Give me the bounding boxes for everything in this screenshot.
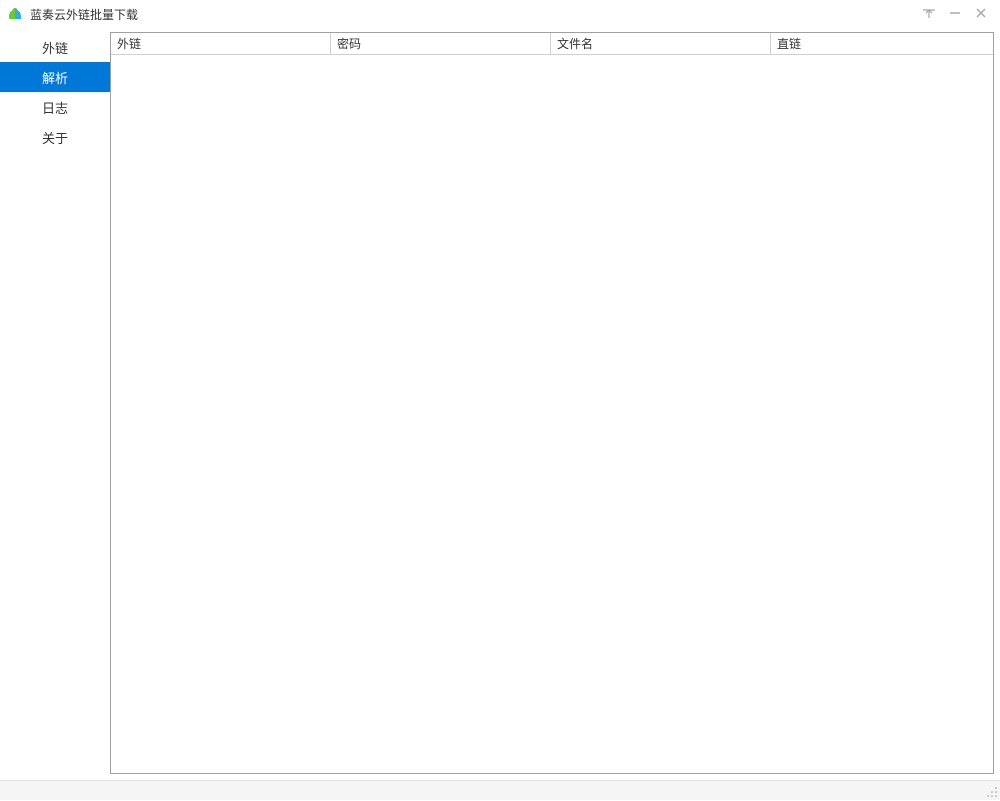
column-header-label: 外链 [117,35,141,52]
window-title: 蓝奏云外链批量下载 [30,6,138,23]
sidebar-item-label: 日志 [42,98,68,117]
sidebar-item-label: 外链 [42,38,68,57]
table-header-row: 外链 密码 文件名 直链 [111,33,993,55]
sidebar-item-external-link[interactable]: 外链 [0,32,110,62]
column-header-link[interactable]: 外链 [111,33,331,55]
resize-grip[interactable] [984,784,998,798]
column-header-label: 直链 [777,35,801,52]
sidebar-item-label: 关于 [42,128,68,147]
main-area: 外链 解析 日志 关于 外链 密码 文件名 直链 [0,28,1000,780]
window-controls [916,2,994,24]
column-header-direct-link[interactable]: 直链 [771,33,993,55]
column-header-filename[interactable]: 文件名 [551,33,771,55]
sidebar: 外链 解析 日志 关于 [0,28,110,780]
minimize-button[interactable] [942,2,968,24]
results-table[interactable]: 外链 密码 文件名 直链 [110,32,994,774]
close-button[interactable] [968,2,994,24]
titlebar: 蓝奏云外链批量下载 [0,0,1000,28]
column-header-label: 密码 [337,35,361,52]
statusbar [0,780,1000,800]
sidebar-item-label: 解析 [42,68,68,87]
sidebar-item-log[interactable]: 日志 [0,92,110,122]
app-icon [6,5,24,23]
content-panel: 外链 密码 文件名 直链 [110,28,1000,780]
sidebar-item-about[interactable]: 关于 [0,122,110,152]
sidebar-item-parse[interactable]: 解析 [0,62,110,92]
column-header-label: 文件名 [557,35,593,52]
pin-button[interactable] [916,2,942,24]
column-header-password[interactable]: 密码 [331,33,551,55]
